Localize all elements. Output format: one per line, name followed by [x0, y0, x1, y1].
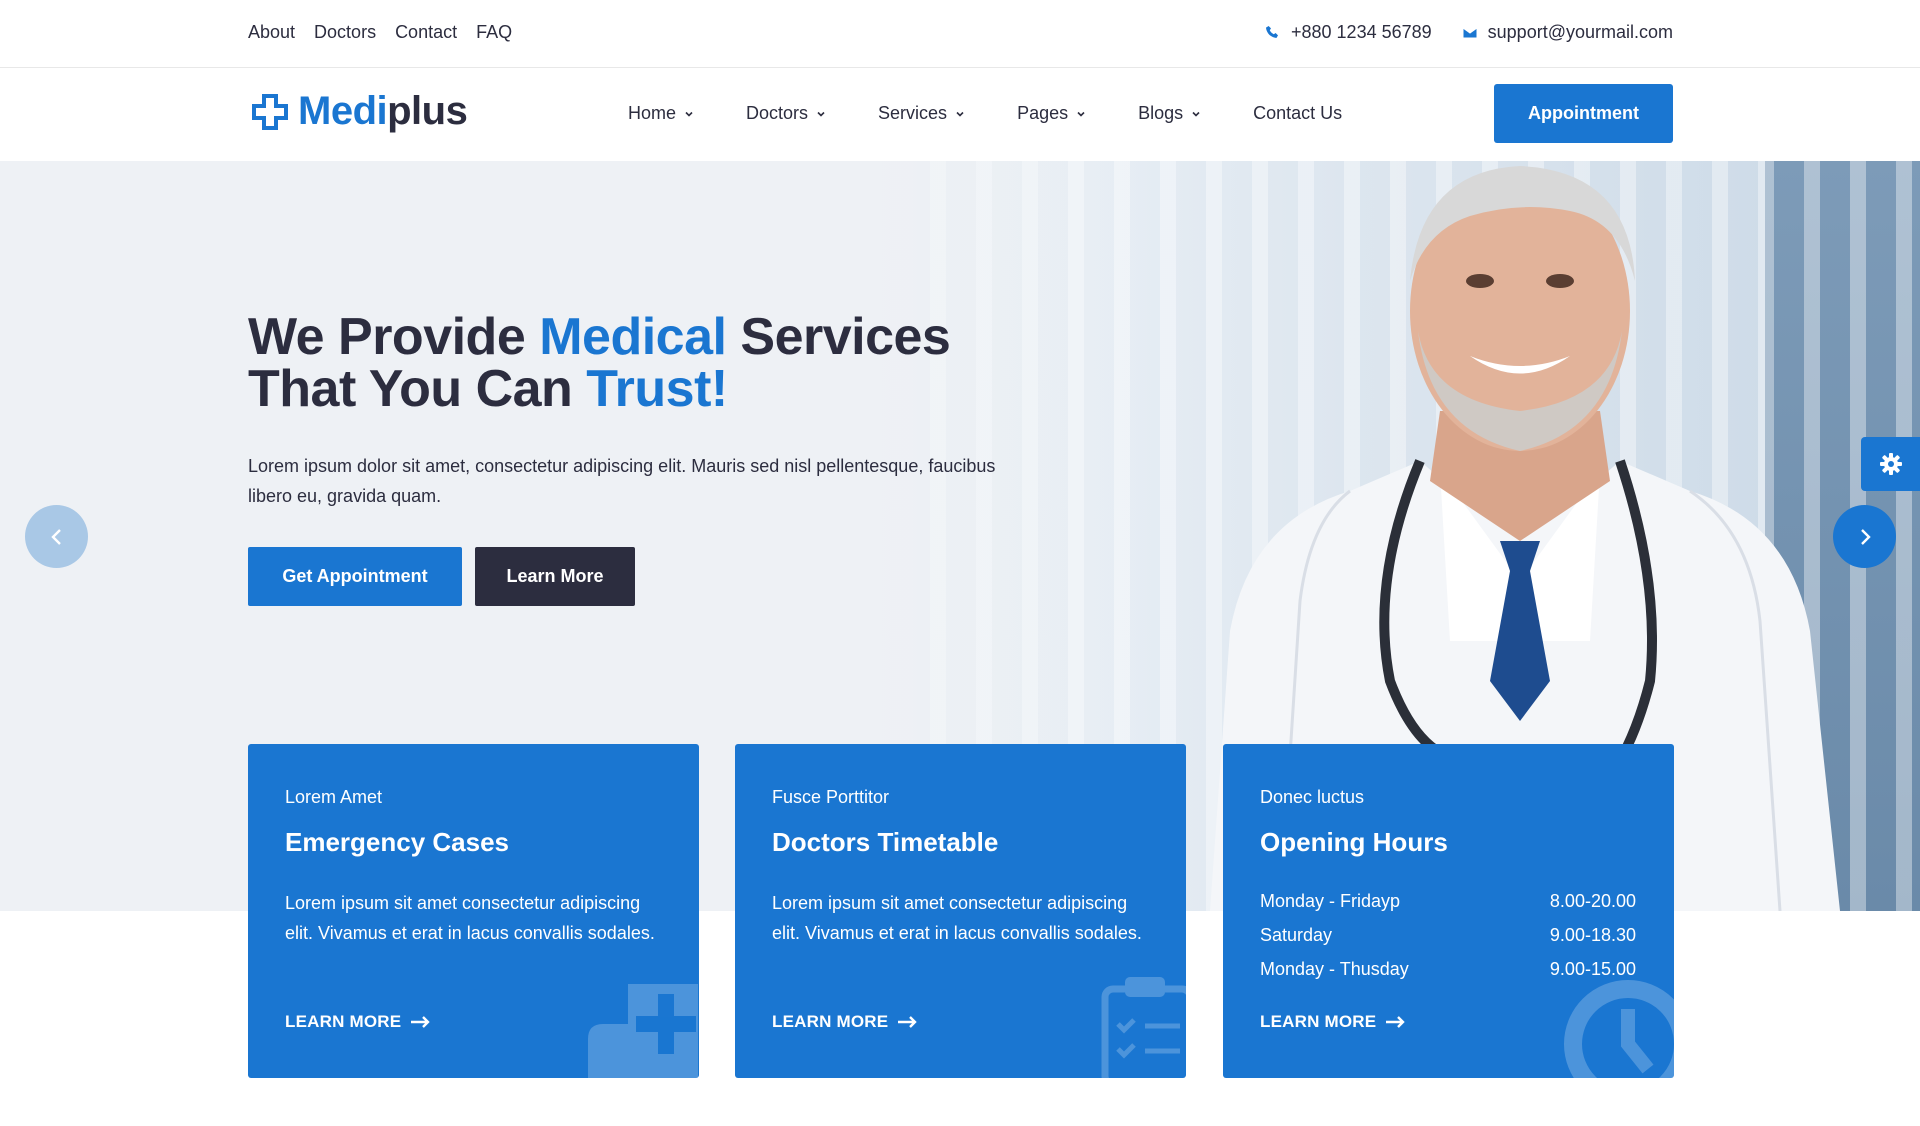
- chevron-left-icon: [50, 528, 61, 545]
- arrow-right-icon: [411, 1016, 430, 1028]
- card-text: Lorem ipsum sit amet consectetur adipisc…: [285, 893, 655, 943]
- card-kicker: Donec luctus: [1260, 787, 1365, 807]
- hours-day: Saturday: [1260, 925, 1333, 945]
- card-learn-more-label: LEARN MORE: [285, 1012, 402, 1031]
- chevron-down-icon: [1192, 111, 1200, 117]
- email-address: support@yourmail.com: [1487, 22, 1673, 42]
- arrow-right-icon: [898, 1016, 917, 1028]
- card-title: Opening Hours: [1260, 827, 1448, 857]
- card-learn-more-link[interactable]: LEARN MORE: [1260, 1012, 1406, 1032]
- hours-time: 8.00-20.00: [1549, 891, 1636, 911]
- hours-row: Monday - Thusday 9.00-15.00: [1260, 952, 1636, 986]
- hero-title-part-1: We Provide: [248, 308, 540, 366]
- card-emergency-cases: Lorem Amet Emergency Cases Lorem ipsum s…: [248, 744, 699, 1078]
- card-learn-more-label: LEARN MORE: [772, 1012, 889, 1031]
- appointment-button[interactable]: Appointment: [1494, 84, 1673, 143]
- top-link-about[interactable]: About: [248, 22, 295, 43]
- chevron-down-icon: [817, 111, 825, 117]
- email-contact[interactable]: support@yourmail.com: [1462, 22, 1673, 43]
- hero-title-part-3: Services: [726, 308, 951, 366]
- chevron-down-icon: [956, 111, 964, 117]
- hero-description: Lorem ipsum dolor sit amet, consectetur …: [248, 456, 996, 506]
- learn-more-button[interactable]: Learn More: [475, 547, 635, 606]
- hero-title: We Provide Medical Services That You Can …: [248, 311, 1048, 415]
- hours-row: Monday - Fridayp 8.00-20.00: [1260, 884, 1636, 918]
- nav-home[interactable]: Home: [628, 103, 694, 124]
- nav-contact-us[interactable]: Contact Us: [1253, 103, 1342, 124]
- logo-text-medi: Medi: [298, 89, 388, 133]
- hours-time: 9.00-18.30: [1549, 925, 1636, 945]
- hours-day: Monday - Thusday: [1260, 959, 1409, 979]
- top-link-contact[interactable]: Contact: [395, 22, 457, 43]
- hero-title-part-4: That You Can: [248, 360, 587, 418]
- top-links: About Doctors Contact FAQ: [248, 22, 512, 43]
- slider-next-button[interactable]: [1833, 505, 1896, 568]
- hero-title-highlight-medical: Medical: [539, 308, 727, 366]
- arrow-right-icon: [1386, 1016, 1405, 1028]
- nav-blogs-label: Blogs: [1138, 103, 1184, 123]
- nav-pages[interactable]: Pages: [1017, 103, 1086, 124]
- card-opening-hours: Donec luctus Opening Hours Monday - Frid…: [1223, 744, 1674, 1078]
- card-title: Emergency Cases: [285, 827, 510, 857]
- main-nav: Home Doctors Services Pages Blogs Contac…: [628, 103, 1342, 124]
- card-title: Doctors Timetable: [772, 827, 999, 857]
- chevron-down-icon: [1077, 111, 1085, 117]
- medical-cross-logo-icon: [252, 93, 288, 130]
- hours-time: 9.00-15.00: [1549, 959, 1636, 979]
- card-learn-more-label: LEARN MORE: [1260, 1012, 1377, 1031]
- phone-icon: [1266, 25, 1278, 38]
- envelope-icon: [1462, 27, 1478, 38]
- logo-text-plus: plus: [387, 89, 468, 133]
- nav-blogs[interactable]: Blogs: [1138, 103, 1201, 124]
- card-text: Lorem ipsum sit amet consectetur adipisc…: [772, 893, 1142, 943]
- hours-row: Saturday 9.00-18.30: [1260, 918, 1636, 952]
- nav-contact-us-label: Contact Us: [1253, 103, 1343, 123]
- nav-doctors-label: Doctors: [746, 103, 809, 123]
- slider-prev-button[interactable]: [25, 505, 88, 568]
- top-link-faq[interactable]: FAQ: [476, 22, 512, 43]
- gear-icon: [1879, 453, 1902, 475]
- top-contact: +880 1234 56789 support@yourmail.com: [1265, 22, 1673, 43]
- opening-hours-list: Monday - Fridayp 8.00-20.00 Saturday 9.0…: [1260, 884, 1636, 986]
- top-bar: About Doctors Contact FAQ +880 1234 5678…: [0, 0, 1920, 68]
- main-header: Mediplus Home Doctors Services Pages Blo…: [0, 69, 1920, 161]
- clock-icon: [1564, 980, 1674, 1078]
- card-doctors-timetable: Fusce Porttitor Doctors Timetable Lorem …: [735, 744, 1186, 1078]
- phone-contact[interactable]: +880 1234 56789: [1265, 22, 1432, 43]
- nav-home-label: Home: [628, 103, 677, 123]
- clipboard-icon: [1101, 977, 1186, 1078]
- settings-button[interactable]: [1861, 437, 1920, 491]
- top-link-doctors[interactable]: Doctors: [314, 22, 376, 43]
- nav-services-label: Services: [878, 103, 948, 123]
- phone-number: +880 1234 56789: [1291, 22, 1432, 42]
- chevron-down-icon: [685, 111, 693, 117]
- hero-title-highlight-trust: Trust!: [586, 360, 728, 418]
- logo[interactable]: Mediplus: [250, 89, 468, 134]
- card-kicker: Lorem Amet: [285, 787, 383, 807]
- nav-doctors[interactable]: Doctors: [746, 103, 826, 124]
- chevron-right-icon: [1860, 528, 1871, 545]
- card-kicker: Fusce Porttitor: [772, 787, 890, 807]
- nav-pages-label: Pages: [1017, 103, 1069, 123]
- ambulance-icon: [588, 984, 698, 1078]
- hours-day: Monday - Fridayp: [1260, 891, 1401, 911]
- card-learn-more-link[interactable]: LEARN MORE: [285, 1012, 431, 1032]
- logo-text: Mediplus: [298, 89, 468, 134]
- get-appointment-button[interactable]: Get Appointment: [248, 547, 462, 606]
- nav-services[interactable]: Services: [878, 103, 965, 124]
- card-learn-more-link[interactable]: LEARN MORE: [772, 1012, 918, 1032]
